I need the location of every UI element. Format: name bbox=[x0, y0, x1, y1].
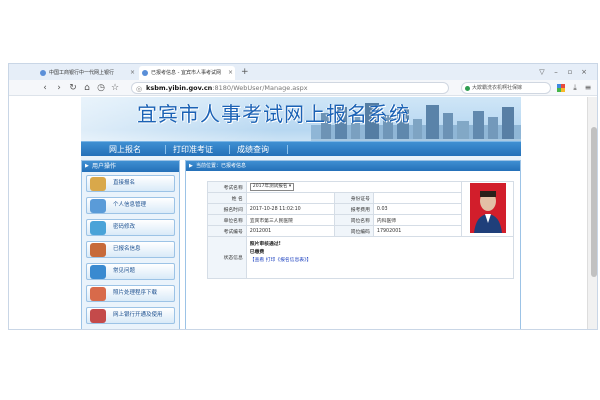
menu-divider bbox=[287, 145, 288, 154]
tab-favicon-icon bbox=[142, 70, 148, 76]
browser-window: 中国工商银行中一代网上银行 × 已报考信息 - 宜宾市人事考试网 × + ▽ –… bbox=[8, 63, 598, 330]
tab-favicon-icon bbox=[40, 70, 46, 76]
home-icon[interactable]: ⌂ bbox=[81, 81, 93, 95]
registered-info-panel: ▶ 当前位置：已报考信息 考试名称 2017年测试报名 ▾ 姓 名 身份证号 报… bbox=[185, 160, 521, 329]
maximize-icon[interactable]: ▫ bbox=[564, 66, 576, 78]
unit-value: 宜宾市第三人民医院 bbox=[245, 214, 336, 226]
tab-label: 中国工商银行中一代网上银行 bbox=[49, 70, 115, 76]
apps-icon[interactable] bbox=[557, 84, 565, 92]
sidebar-item-online-bank[interactable]: 网上银行开通及使用 bbox=[86, 307, 175, 324]
fee-value: 0.03 bbox=[372, 203, 463, 215]
arrow-icon: ▶ bbox=[85, 163, 89, 169]
panel-header: ▶ 当前位置：已报考信息 bbox=[186, 161, 520, 171]
id-value bbox=[372, 192, 463, 204]
key-icon bbox=[90, 221, 106, 235]
menu-online-register[interactable]: 网上报名 bbox=[109, 142, 141, 157]
download-icon[interactable]: ⤓ bbox=[570, 83, 580, 93]
name-label: 姓 名 bbox=[207, 192, 247, 204]
status-info: 照片审核通过! 已缴费 【查看 打印《报名信息表》】 bbox=[245, 236, 515, 279]
status-label: 状态信息 bbox=[207, 236, 247, 279]
search-text: 大欺霸洗衣机啊社保嫁 bbox=[472, 85, 523, 91]
page-scrollbar[interactable] bbox=[587, 97, 597, 329]
security-icon: ◎ bbox=[136, 85, 143, 93]
exam-name-label: 考试名称 bbox=[207, 181, 247, 193]
sidebar-item-label: 常见问题 bbox=[113, 268, 136, 274]
menu-divider bbox=[229, 145, 230, 154]
reload-icon[interactable]: ↻ bbox=[67, 81, 79, 95]
sidebar-item-password[interactable]: 密码修改 bbox=[86, 219, 175, 236]
post-code-value: 17902001 bbox=[372, 225, 463, 237]
search-engine-icon bbox=[465, 86, 470, 91]
bank-icon bbox=[90, 309, 106, 323]
people-icon bbox=[90, 287, 106, 301]
register-time-value: 2017-10-28 11:02:10 bbox=[245, 203, 336, 215]
exam-name-cell: 2017年测试报名 ▾ bbox=[245, 181, 463, 193]
navigation-bar: ‹ › ↻ ⌂ ◷ ☆ ◎ ksbm.yibin.gov.cn:8180/Web… bbox=[9, 80, 597, 96]
shield-icon[interactable]: ▽ bbox=[536, 66, 548, 78]
menu-icon[interactable]: ≡ bbox=[583, 83, 593, 93]
sidebar-item-label: 已报名信息 bbox=[113, 246, 141, 252]
close-icon[interactable]: × bbox=[228, 66, 233, 80]
document-icon bbox=[90, 243, 106, 257]
window-close-icon[interactable]: × bbox=[578, 66, 590, 78]
id-label: 身份证号 bbox=[334, 192, 374, 204]
post-label: 岗位名称 bbox=[334, 214, 374, 226]
sidebar-item-label: 照片处理程序下载 bbox=[113, 290, 158, 296]
sidebar-item-registered-info[interactable]: 已报名信息 bbox=[86, 241, 175, 258]
sidebar-item-label: 直接报名 bbox=[113, 180, 136, 186]
tab-exam-info[interactable]: 已报考信息 - 宜宾市人事考试网 × bbox=[139, 66, 235, 80]
post-value: 内科医师 bbox=[372, 214, 463, 226]
sidebar-item-personal-info[interactable]: 个人信息管理 bbox=[86, 197, 175, 214]
url-text: ksbm.yibin.gov.cn:8180/WebUser/Manage.as… bbox=[146, 84, 308, 92]
sidebar-item-direct-register[interactable]: 直接报名 bbox=[86, 175, 175, 192]
star-icon[interactable]: ☆ bbox=[109, 81, 121, 95]
site-title: 宜宾市人事考试网上报名系统 bbox=[137, 102, 410, 126]
sidebar-item-label: 个人信息管理 bbox=[113, 202, 147, 208]
exam-select[interactable]: 2017年测试报名 ▾ bbox=[249, 183, 295, 191]
photo-cell bbox=[461, 181, 514, 237]
new-tab-icon[interactable]: + bbox=[241, 65, 249, 79]
help-icon bbox=[90, 265, 106, 279]
sidebar-item-label: 密码修改 bbox=[113, 224, 136, 230]
menu-divider bbox=[165, 145, 166, 154]
scroll-thumb[interactable] bbox=[591, 127, 597, 277]
menu-print-admission[interactable]: 打印准考证 bbox=[173, 142, 213, 157]
search-bar[interactable]: 大欺霸洗衣机啊社保嫁 bbox=[461, 82, 551, 94]
sidebar-title: 用户操作 bbox=[92, 163, 117, 170]
register-time-label: 报名时间 bbox=[207, 203, 247, 215]
web-page: 宜宾市人事考试网上报名系统 网上报名 打印准考证 成绩查询 ▶ 用户操作 直接报… bbox=[9, 97, 587, 329]
name-value bbox=[245, 192, 336, 204]
user-icon bbox=[90, 199, 106, 213]
payment-status: 已缴费 bbox=[249, 250, 265, 255]
forward-icon[interactable]: › bbox=[53, 81, 65, 95]
sidebar-item-photo-tool[interactable]: 照片处理程序下载 bbox=[86, 285, 175, 302]
user-sidebar: ▶ 用户操作 直接报名 个人信息管理 密码修改 已报名信息 常见问题 照片处理程… bbox=[81, 160, 180, 329]
sidebar-item-label: 网上银行开通及使用 bbox=[113, 312, 163, 318]
tab-label: 已报考信息 - 宜宾市人事考试网 bbox=[151, 70, 221, 76]
photo-review-status: 照片审核通过! bbox=[249, 242, 281, 247]
register-icon bbox=[90, 177, 106, 191]
tab-icbc[interactable]: 中国工商银行中一代网上银行 × bbox=[37, 66, 137, 80]
minimize-icon[interactable]: – bbox=[550, 66, 562, 78]
post-code-label: 岗位编码 bbox=[334, 225, 374, 237]
exam-code-value: 2012001 bbox=[245, 225, 336, 237]
back-icon[interactable]: ‹ bbox=[39, 81, 51, 95]
address-bar[interactable]: ◎ ksbm.yibin.gov.cn:8180/WebUser/Manage.… bbox=[131, 82, 449, 94]
breadcrumb: 当前位置：已报考信息 bbox=[196, 163, 247, 169]
unit-label: 单位名称 bbox=[207, 214, 247, 226]
tab-bar: 中国工商银行中一代网上银行 × 已报考信息 - 宜宾市人事考试网 × + ▽ –… bbox=[9, 64, 597, 80]
menu-score-query[interactable]: 成绩查询 bbox=[237, 142, 269, 157]
sidebar-header: ▶ 用户操作 bbox=[82, 161, 179, 172]
sidebar-item-faq[interactable]: 常见问题 bbox=[86, 263, 175, 280]
main-menu: 网上报名 打印准考证 成绩查询 bbox=[81, 141, 521, 156]
fee-label: 报考费用 bbox=[334, 203, 374, 215]
close-icon[interactable]: × bbox=[130, 66, 135, 80]
exam-code-label: 考试编号 bbox=[207, 225, 247, 237]
arrow-icon: ▶ bbox=[189, 163, 193, 169]
history-icon[interactable]: ◷ bbox=[95, 81, 107, 95]
screen: 中国工商银行中一代网上银行 × 已报考信息 - 宜宾市人事考试网 × + ▽ –… bbox=[0, 0, 600, 400]
applicant-photo bbox=[469, 183, 506, 233]
registration-info-table: 考试名称 2017年测试报名 ▾ 姓 名 身份证号 报名时间 2017-10-2… bbox=[207, 181, 515, 279]
print-form-link[interactable]: 【查看 打印《报名信息表》】 bbox=[250, 257, 510, 265]
